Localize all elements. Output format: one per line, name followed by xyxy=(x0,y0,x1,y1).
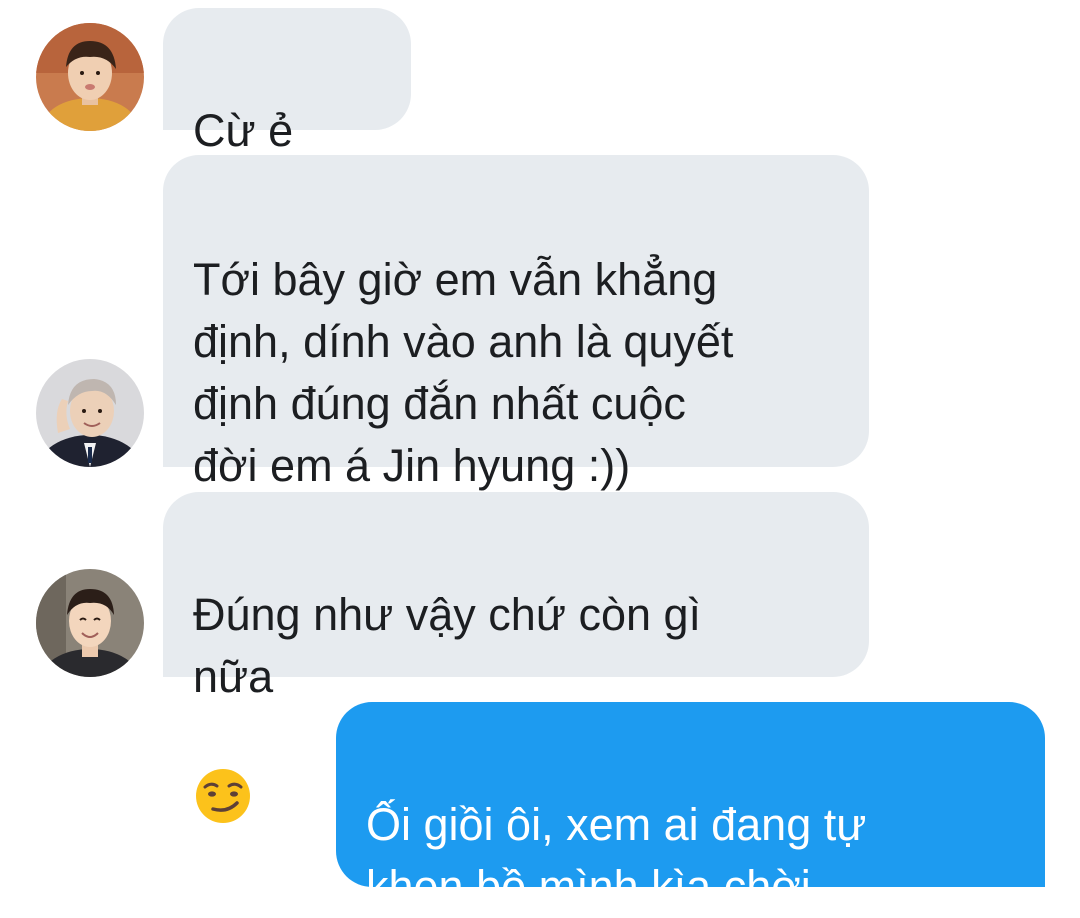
message-bubble-1[interactable]: Cừ ẻ xyxy=(163,8,411,275)
message-text: Tới bây giờ em vẫn khẳng định, dính vào … xyxy=(193,254,734,491)
avatar-photo-2 xyxy=(36,359,144,467)
message-bubble-2[interactable]: Tới bây giờ em vẫn khẳng định, dính vào … xyxy=(163,155,869,491)
sender-avatar-2[interactable] xyxy=(36,359,144,467)
sender-avatar-3[interactable] xyxy=(36,569,144,677)
message-bubble-3[interactable]: Đúng như vậy chứ còn gì nữa xyxy=(163,492,869,823)
message-text: Đúng như vậy chứ còn gì nữa xyxy=(193,589,702,702)
avatar-photo-3 xyxy=(36,569,144,677)
message-text: Ối giồi ôi, xem ai đang tự khen bồ mình … xyxy=(366,799,867,912)
avatar-photo-1 xyxy=(36,23,144,131)
sender-avatar-1[interactable] xyxy=(36,23,144,131)
smirking-face-emoji xyxy=(193,705,253,841)
message-bubble-4[interactable]: Ối giồi ôi, xem ai đang tự khen bồ mình … xyxy=(336,702,1045,912)
message-text: Cừ ẻ xyxy=(193,105,294,156)
